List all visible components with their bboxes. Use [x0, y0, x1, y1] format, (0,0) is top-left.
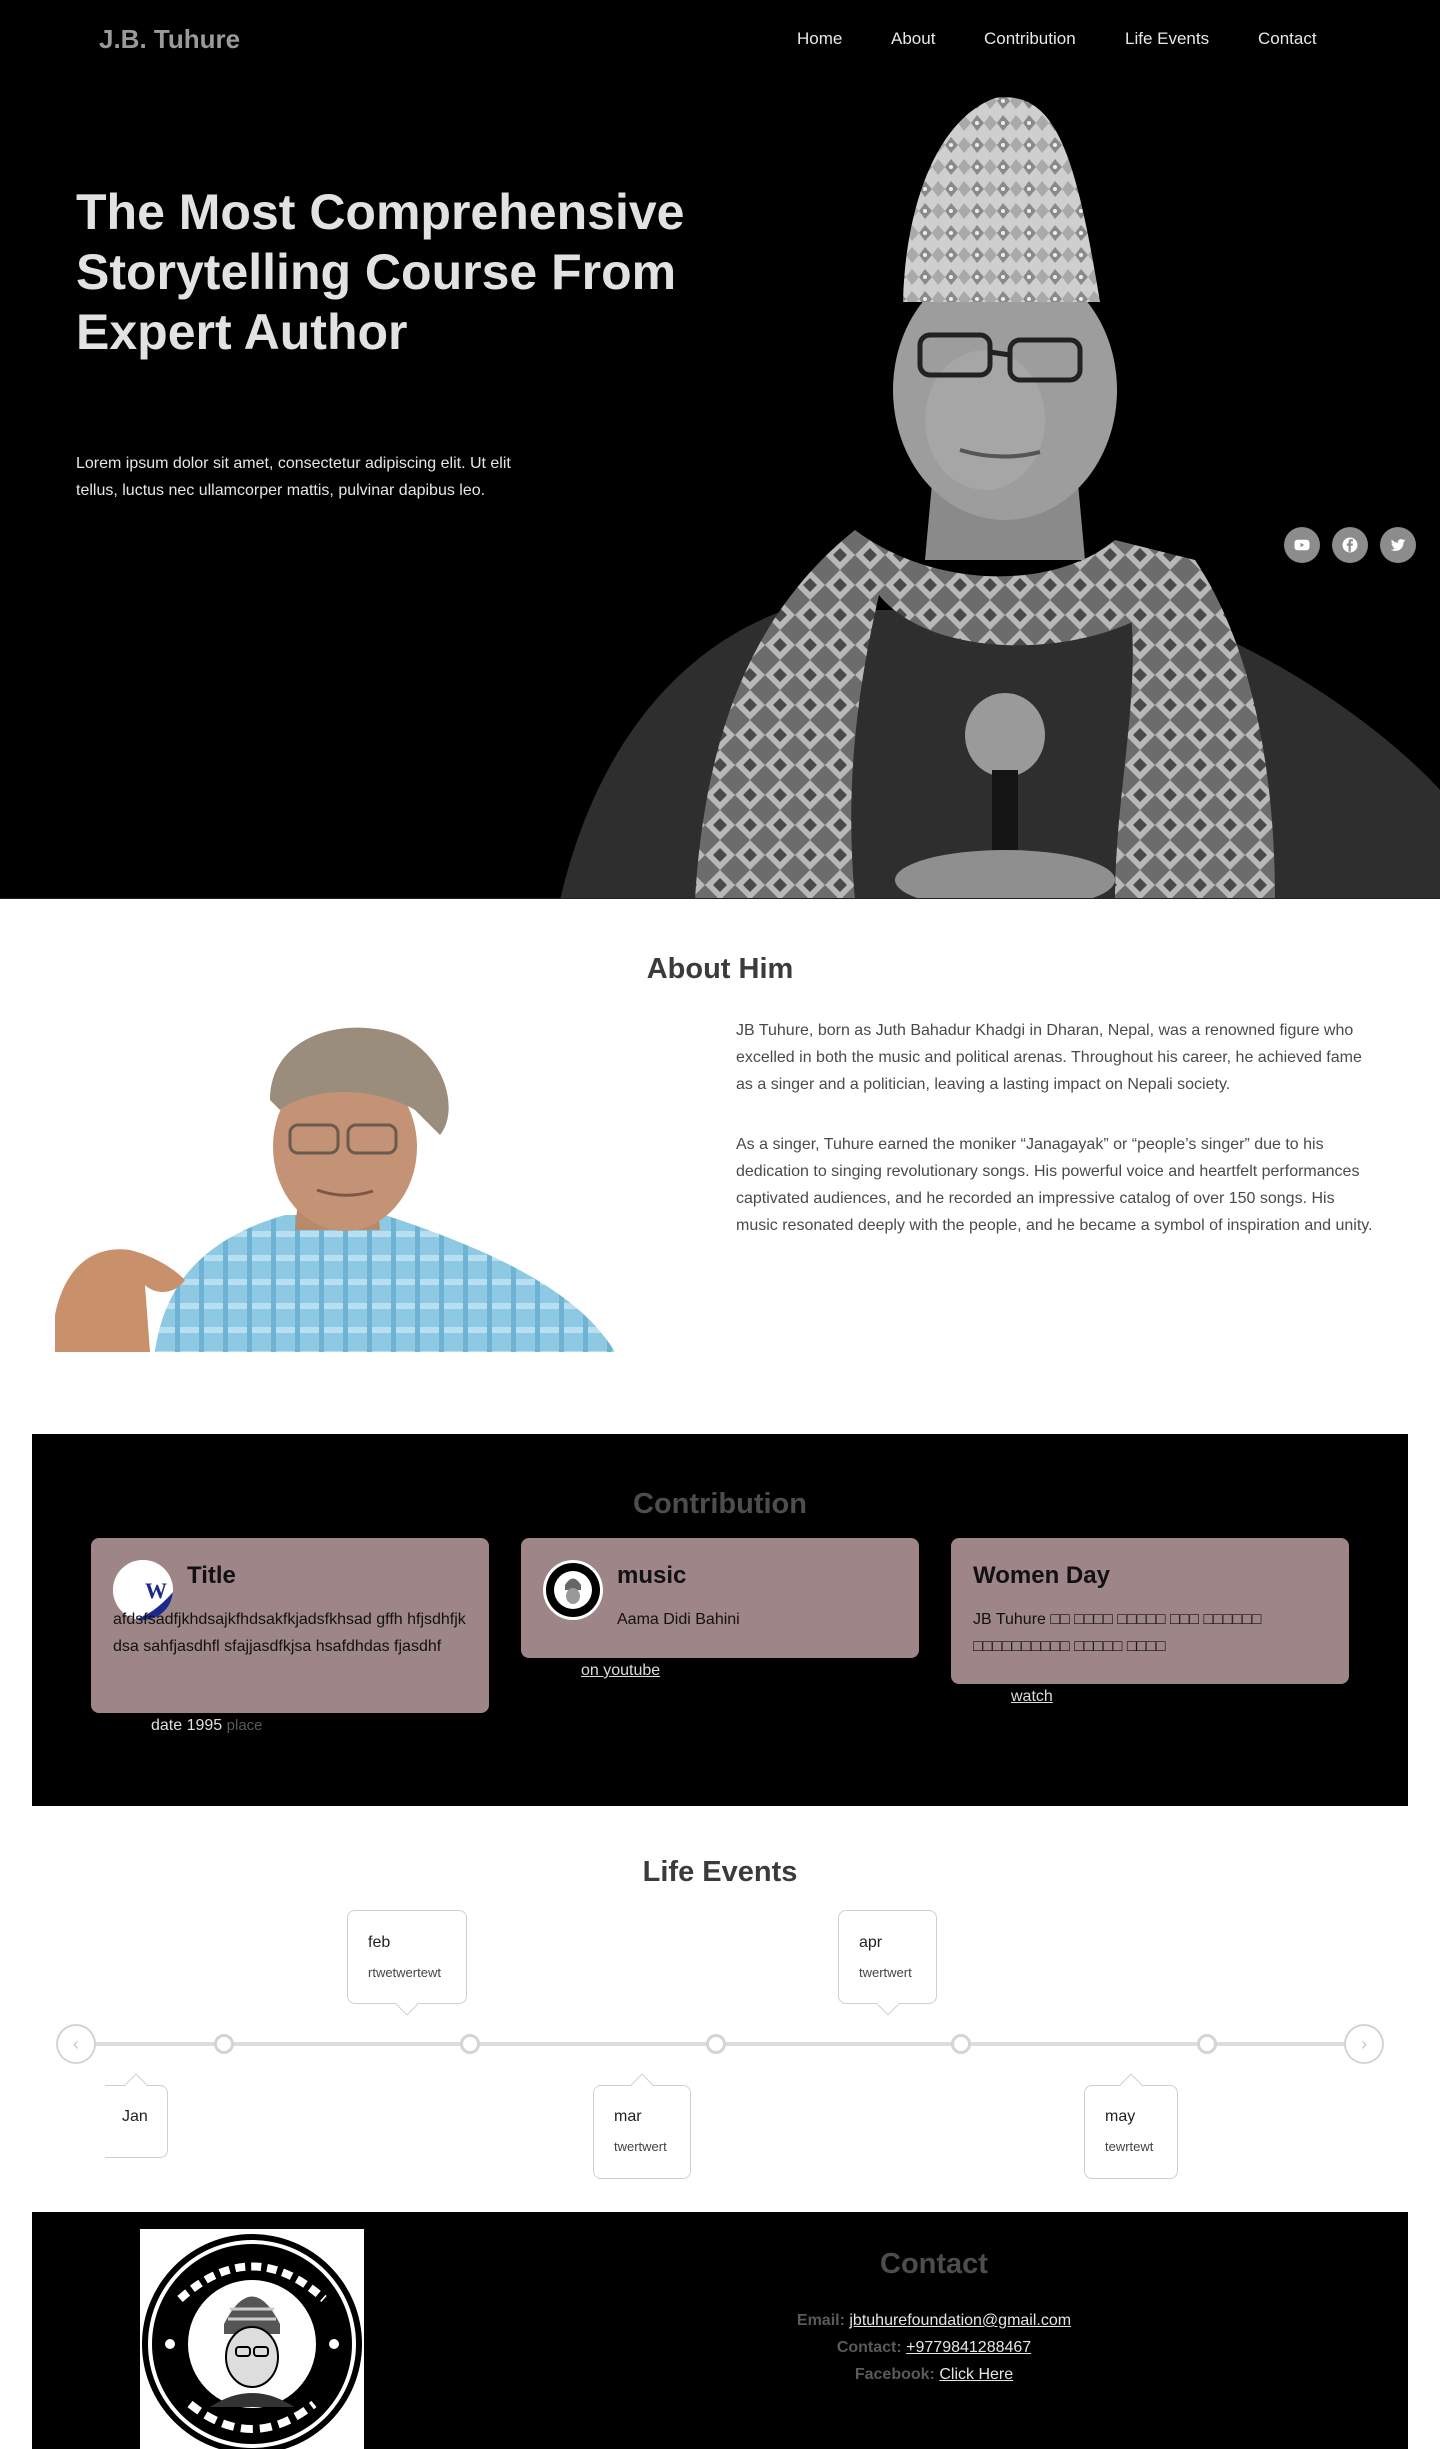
- contact-facebook-row: Facebook: Click Here: [534, 2366, 1334, 2384]
- event-month: Jan: [122, 2108, 148, 2125]
- facebook-icon: [1342, 537, 1358, 553]
- card-date-text: date 1995: [151, 1717, 223, 1734]
- card-text: Aama Didi Bahini: [617, 1611, 740, 1628]
- timeline-dot[interactable]: [951, 2034, 971, 2054]
- event-month: apr: [859, 1934, 883, 1951]
- top-navbar: J.B. Tuhure Home About Contribution Life…: [0, 0, 1440, 78]
- hero-section: J.B. Tuhure Home About Contribution Life…: [0, 0, 1440, 899]
- about-paragraph-2: As a singer, Tuhure earned the moniker “…: [736, 1136, 1373, 1234]
- about-title: About Him: [646, 953, 794, 985]
- card-title: Title: [187, 1562, 236, 1589]
- email-label: Email:: [796, 2312, 845, 2329]
- youtube-social-button[interactable]: [1284, 527, 1320, 563]
- foundation-seal-icon: [544, 1561, 602, 1619]
- foundation-logo: [140, 2229, 364, 2449]
- hero-subtitle: Lorem ipsum dolor sit amet, consectetur …: [76, 455, 511, 499]
- contribution-card[interactable]: W Title afdsfsadfjkhdsajkfhdsakfkjadsfkh…: [91, 1538, 489, 1713]
- phone-link[interactable]: +9779841288467: [906, 2339, 1031, 2356]
- twitter-social-button[interactable]: [1380, 527, 1416, 563]
- watch-link[interactable]: watch: [1011, 1688, 1053, 1706]
- contact-email-row: Email: jbtuhurefoundation@gmail.com: [534, 2312, 1334, 2330]
- timeline-dot[interactable]: [1197, 2034, 1217, 2054]
- event-month: feb: [368, 1934, 391, 1951]
- timeline-next-button[interactable]: ›: [1344, 2024, 1384, 2064]
- event-text: twertwert: [859, 1965, 912, 1980]
- facebook-link[interactable]: Click Here: [939, 2366, 1013, 2383]
- foundation-seal-icon: [140, 2229, 364, 2449]
- phone-label: Contact:: [836, 2339, 902, 2356]
- event-text: rtwetwertewt: [368, 1965, 441, 1980]
- nav-life-events-link[interactable]: Life Events: [1125, 29, 1209, 49]
- nav-contact-link[interactable]: Contact: [1258, 29, 1317, 49]
- life-event-card[interactable]: Jan: [105, 2085, 168, 2158]
- email-link[interactable]: jbtuhurefoundation@gmail.com: [849, 2312, 1071, 2329]
- contact-phone-row: Contact: +9779841288467: [534, 2339, 1334, 2357]
- timeline-dot[interactable]: [214, 2034, 234, 2054]
- card-text: JB Tuhure □□ □□□□ □□□□□ □□□ □□□□□□ □□□□□…: [973, 1611, 1262, 1655]
- card-place-text: place: [226, 1717, 263, 1734]
- chevron-left-icon: ‹: [73, 2033, 79, 2054]
- event-text: tewrtewt: [1105, 2139, 1154, 2154]
- twitter-icon: [1390, 539, 1406, 551]
- life-event-card[interactable]: mar twertwert: [593, 2085, 691, 2179]
- contribution-card[interactable]: Women Day JB Tuhure □□ □□□□ □□□□□ □□□ □□…: [951, 1538, 1349, 1684]
- svg-text:W: W: [145, 1578, 167, 1603]
- footer-contact-section: Contact Email: jbtuhurefoundation@gmail.…: [32, 2212, 1408, 2449]
- about-paragraph-1: JB Tuhure, born as Juth Bahadur Khadgi i…: [736, 1022, 1362, 1093]
- nav-home-link[interactable]: Home: [797, 29, 842, 49]
- contribution-section: Contribution W Title afdsfsadfjkhdsajkfh…: [32, 1434, 1408, 1806]
- card-title: Women Day: [973, 1562, 1110, 1589]
- life-event-card[interactable]: may tewrtewt: [1084, 2085, 1178, 2179]
- chevron-right-icon: ›: [1361, 2033, 1367, 2054]
- nav-links: Home About Contribution Life Events Cont…: [0, 29, 1440, 51]
- facebook-label: Facebook:: [854, 2366, 935, 2383]
- timeline-dot[interactable]: [706, 2034, 726, 2054]
- youtube-link[interactable]: on youtube: [581, 1662, 660, 1680]
- life-event-card[interactable]: feb rtwetwertewt: [347, 1910, 467, 2004]
- event-month: may: [1105, 2108, 1136, 2125]
- card-avatar: [543, 1560, 603, 1620]
- card-date: date 1995 place: [151, 1717, 263, 1735]
- timeline-prev-button[interactable]: ‹: [56, 2024, 96, 2064]
- event-month: mar: [614, 2108, 642, 2125]
- card-title: music: [617, 1562, 687, 1589]
- timeline-dot[interactable]: [460, 2034, 480, 2054]
- card-text: afdsfsadfjkhdsajkfhdsakfkjadsfkhsad gffh…: [113, 1611, 466, 1655]
- event-text: twertwert: [614, 2139, 667, 2154]
- life-events-title: Life Events: [642, 1856, 798, 1888]
- contribution-title: Contribution: [633, 1488, 807, 1520]
- life-event-card[interactable]: apr twertwert: [838, 1910, 937, 2004]
- nav-about-link[interactable]: About: [891, 29, 935, 49]
- contact-title: Contact: [880, 2248, 988, 2280]
- facebook-social-button[interactable]: [1332, 527, 1368, 563]
- hero-title: The Most Comprehensive Storytelling Cour…: [76, 184, 685, 360]
- contribution-card[interactable]: music Aama Didi Bahini: [521, 1538, 919, 1658]
- about-photo-image: [55, 1027, 615, 1352]
- nav-contribution-link[interactable]: Contribution: [984, 29, 1076, 49]
- youtube-icon: [1294, 539, 1310, 551]
